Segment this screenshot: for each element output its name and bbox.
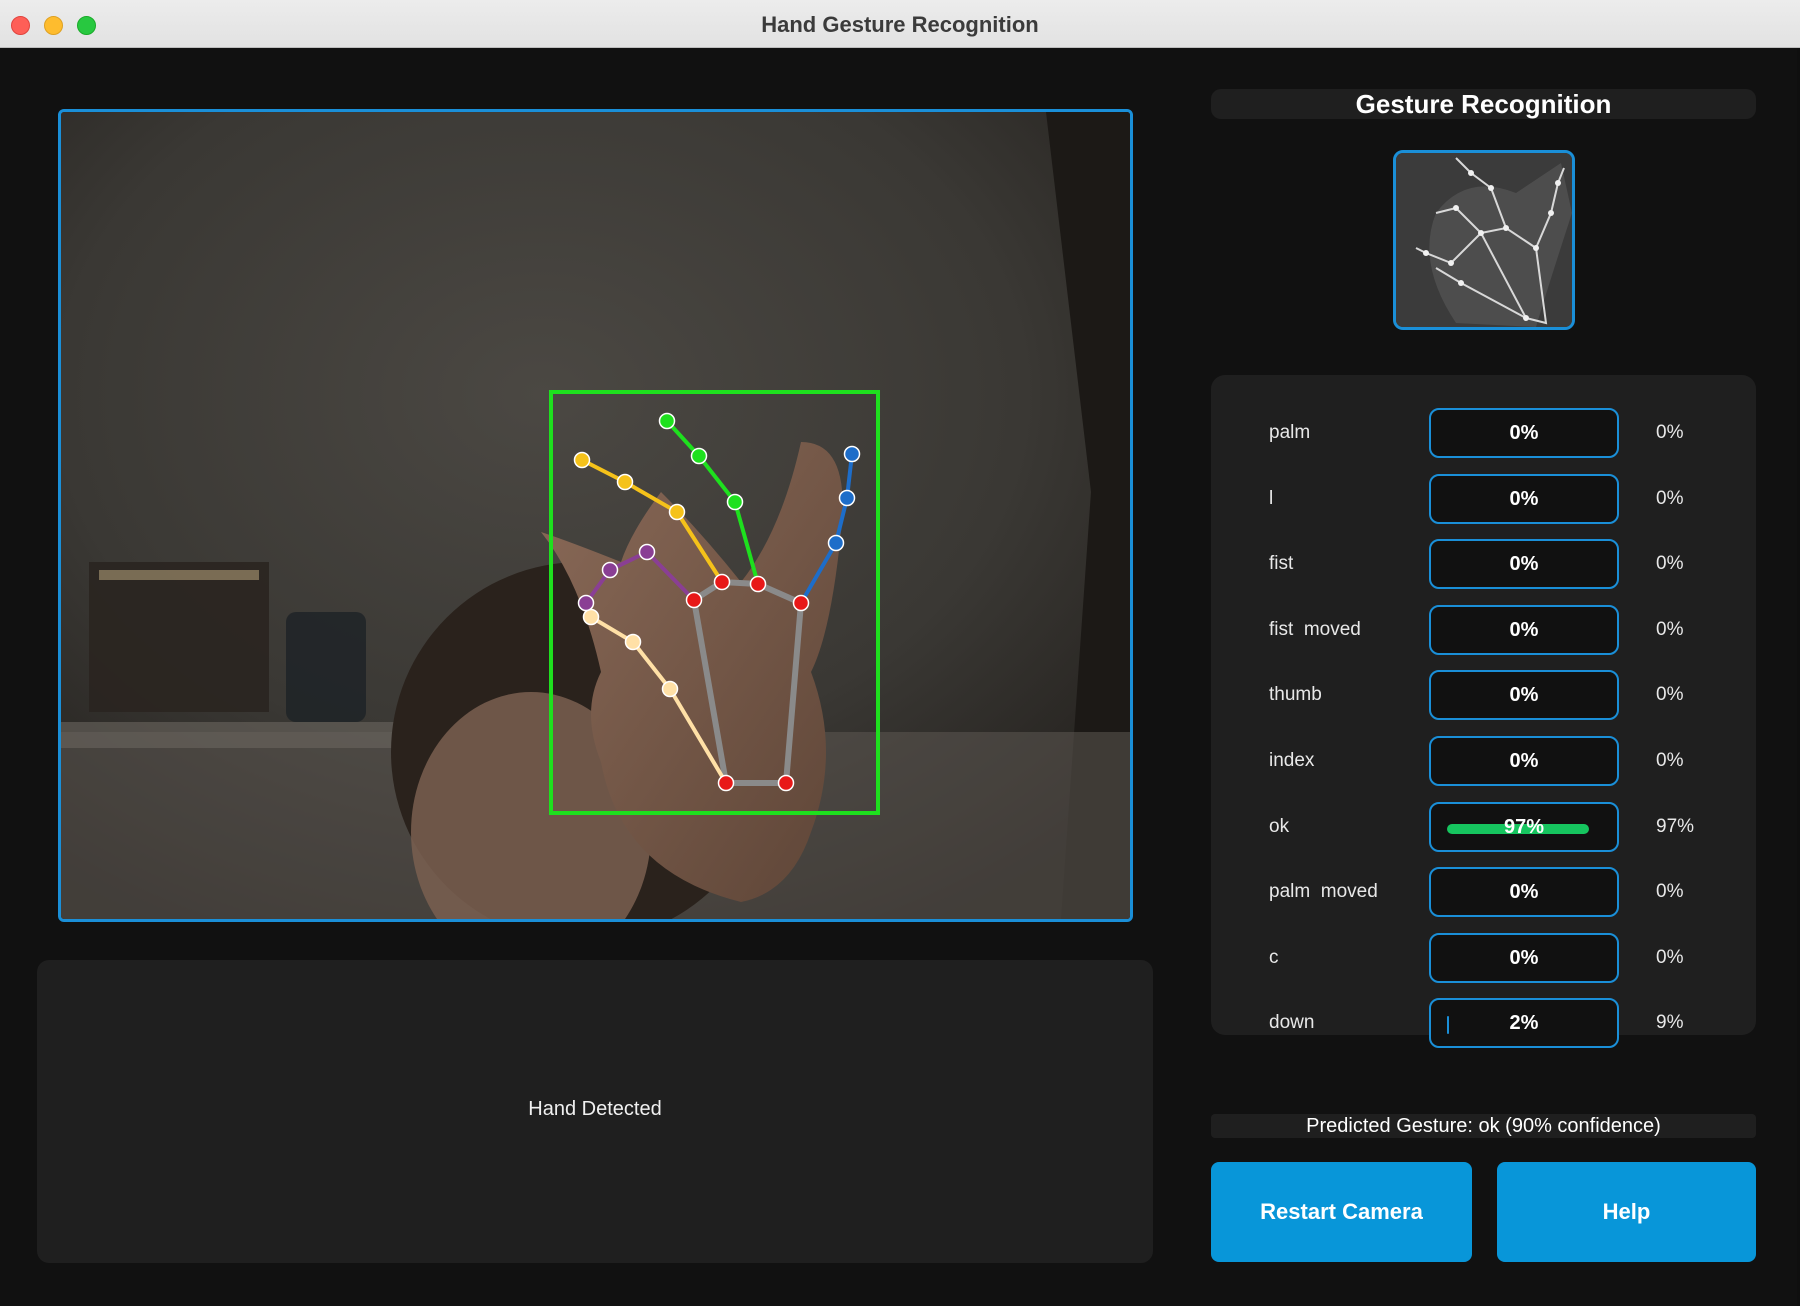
gesture-score-row: down 2% 9% <box>1211 998 1756 1049</box>
gesture-score-row: ok 97% 97% <box>1211 801 1756 852</box>
confidence-bar: 0% <box>1429 670 1619 721</box>
raw-score: 0% <box>1656 881 1684 903</box>
help-button[interactable]: Help <box>1497 1162 1756 1262</box>
gesture-label: palm moved <box>1269 881 1378 903</box>
gesture-score-row: index 0% 0% <box>1211 736 1756 786</box>
side-title-bar: Gesture Recognition <box>1211 89 1756 119</box>
raw-score: 97% <box>1656 815 1695 837</box>
gesture-label: thumb <box>1269 684 1322 706</box>
window-title: Hand Gesture Recognition <box>761 12 1039 37</box>
camera-image <box>61 112 1130 919</box>
confidence-bar: 0% <box>1429 604 1619 655</box>
raw-score: 0% <box>1656 487 1684 509</box>
gesture-scores-panel: palm 0% 0% l 0% 0% fist 0% 0% fist moved 0% 0% thumb… <box>1211 375 1756 1049</box>
raw-score: 0% <box>1656 946 1684 968</box>
confidence-percent: 0% <box>1509 750 1539 772</box>
gesture-label: fist <box>1269 553 1294 575</box>
raw-score: 0% <box>1656 422 1684 443</box>
gesture-score-row: fist moved 0% 0% <box>1211 604 1756 655</box>
confidence-percent: 97% <box>1503 815 1545 838</box>
raw-score: 9% <box>1656 1012 1684 1034</box>
confidence-bar: 0% <box>1429 867 1619 918</box>
gesture-label: index <box>1269 750 1315 771</box>
gesture-label: fist moved <box>1269 618 1361 640</box>
gesture-score-row: c 0% 0% <box>1211 932 1756 983</box>
confidence-bar: 0% <box>1429 736 1619 786</box>
detection-status: Hand Detected <box>528 1098 662 1120</box>
confidence-bar: 0% <box>1429 408 1619 458</box>
gesture-score-row: palm 0% 0% <box>1211 408 1756 458</box>
gesture-label: palm <box>1269 422 1311 443</box>
gesture-score-row: l 0% 0% <box>1211 473 1756 524</box>
gesture-score-row: fist 0% 0% <box>1211 539 1756 590</box>
confidence-bar: 0% <box>1429 473 1619 524</box>
restart-camera-button[interactable]: Restart Camera <box>1211 1162 1472 1262</box>
title-bar: Hand Gesture Recognition <box>0 0 1800 48</box>
confidence-percent: 0% <box>1509 487 1539 510</box>
confidence-bar: 0% <box>1429 539 1619 590</box>
raw-score: 0% <box>1656 684 1684 706</box>
confidence-percent: 2% <box>1509 1012 1539 1035</box>
panel-title: Gesture Recognition <box>1355 89 1612 119</box>
confidence-bar: 0% <box>1429 932 1619 983</box>
gesture-score-row: thumb 0% 0% <box>1211 670 1756 721</box>
status-panel: Hand Detected <box>37 960 1153 1263</box>
app-body: Hand Detected Gesture Recognition palm 0… <box>0 48 1797 1306</box>
predicted-gesture: Predicted Gesture: ok (90% confidence) <box>1306 1115 1661 1137</box>
confidence-percent: 0% <box>1509 881 1539 904</box>
raw-score: 0% <box>1656 750 1684 771</box>
gesture-label: l <box>1269 487 1274 509</box>
confidence-percent: 0% <box>1509 618 1539 641</box>
gesture-score-row: palm moved 0% 0% <box>1211 867 1756 918</box>
confidence-percent: 0% <box>1509 946 1539 969</box>
confidence-bar: 97% <box>1429 801 1619 852</box>
gesture-label: ok <box>1269 815 1290 837</box>
confidence-percent: 0% <box>1509 553 1539 576</box>
gesture-label: down <box>1269 1012 1315 1034</box>
confidence-bar: 2% <box>1429 998 1619 1049</box>
prediction-bar: Predicted Gesture: ok (90% confidence) <box>1211 1114 1756 1138</box>
gesture-label: c <box>1269 946 1279 968</box>
confidence-percent: 0% <box>1509 422 1539 444</box>
confidence-percent: 0% <box>1509 684 1539 707</box>
raw-score: 0% <box>1656 618 1684 640</box>
raw-score: 0% <box>1656 553 1684 575</box>
hand-skeleton-preview <box>1396 153 1572 327</box>
camera-feed <box>58 109 1133 922</box>
hand-preview <box>1393 150 1575 330</box>
